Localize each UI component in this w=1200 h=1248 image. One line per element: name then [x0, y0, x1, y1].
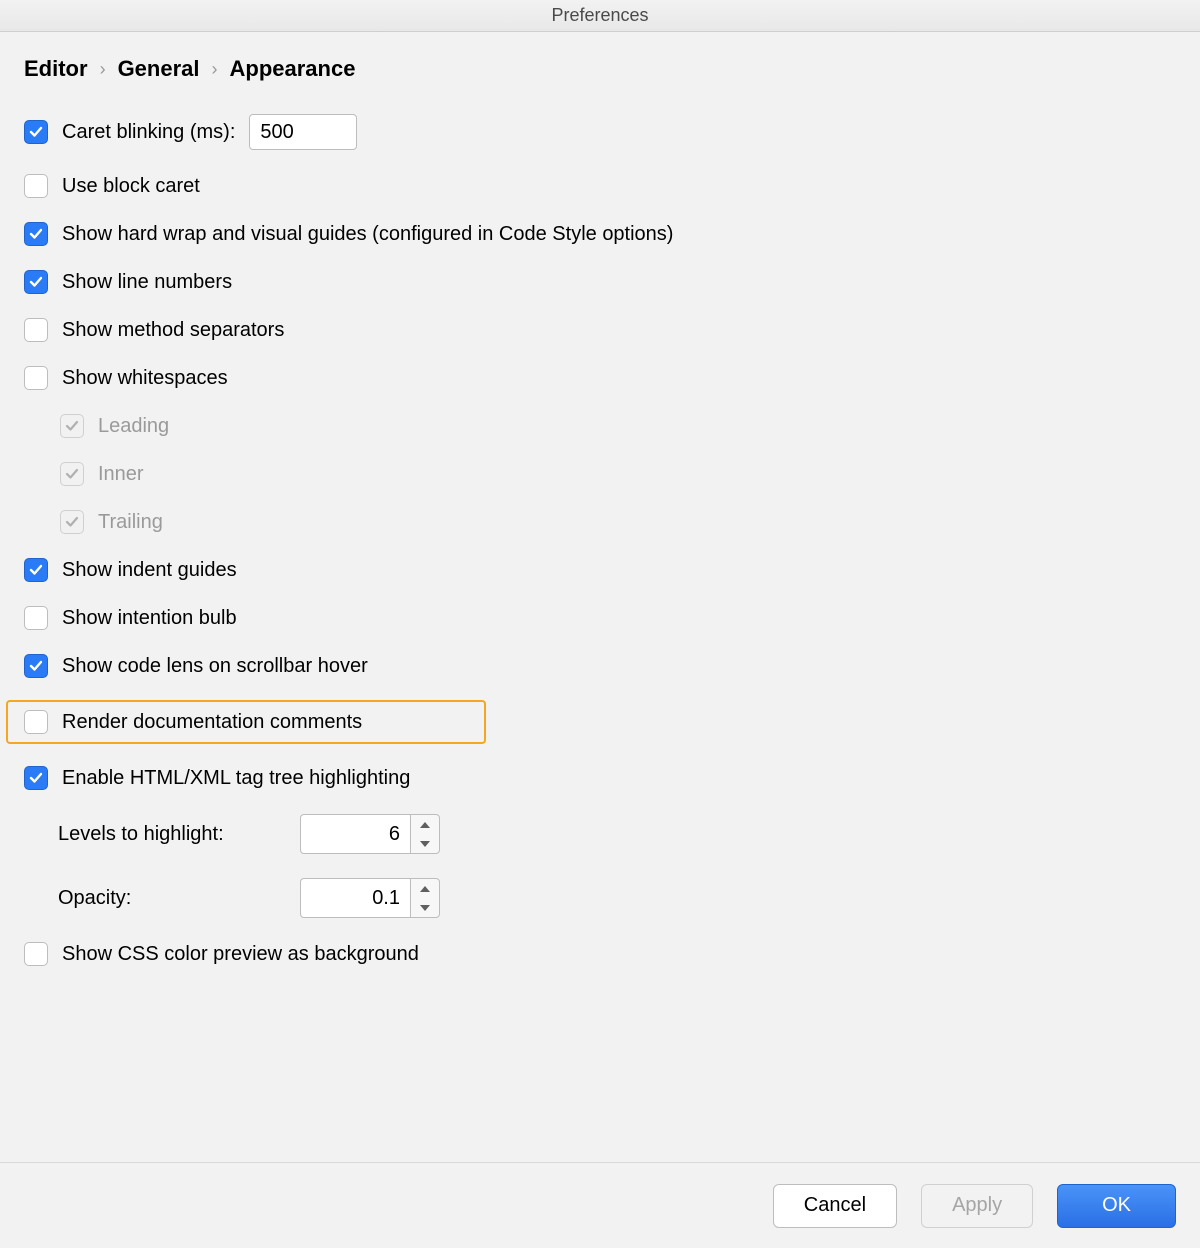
caret-blinking-label: Caret blinking (ms):	[62, 121, 235, 144]
opacity-down-icon[interactable]	[411, 898, 439, 917]
breadcrumb-item[interactable]: Appearance	[230, 56, 356, 82]
hard-wrap-label: Show hard wrap and visual guides (config…	[62, 223, 673, 246]
block-caret-label: Use block caret	[62, 175, 200, 198]
line-numbers-label: Show line numbers	[62, 271, 232, 294]
render-doc-label: Render documentation comments	[62, 711, 362, 734]
leading-row: Leading	[60, 414, 1176, 438]
code-lens-row: Show code lens on scrollbar hover	[24, 654, 1176, 678]
levels-row: Levels to highlight:	[58, 814, 1176, 854]
html-tag-tree-label: Enable HTML/XML tag tree highlighting	[62, 767, 410, 790]
code-lens-checkbox[interactable]	[24, 654, 48, 678]
levels-down-icon[interactable]	[411, 834, 439, 853]
line-numbers-row: Show line numbers	[24, 270, 1176, 294]
dialog-footer: Cancel Apply OK	[0, 1162, 1200, 1248]
intention-bulb-row: Show intention bulb	[24, 606, 1176, 630]
trailing-row: Trailing	[60, 510, 1176, 534]
inner-row: Inner	[60, 462, 1176, 486]
inner-checkbox	[60, 462, 84, 486]
line-numbers-checkbox[interactable]	[24, 270, 48, 294]
render-doc-checkbox[interactable]	[24, 710, 48, 734]
opacity-input[interactable]	[300, 878, 410, 918]
preferences-content: Editor › General › Appearance Caret blin…	[0, 32, 1200, 966]
indent-guides-row: Show indent guides	[24, 558, 1176, 582]
breadcrumb: Editor › General › Appearance	[24, 56, 1176, 82]
breadcrumb-item[interactable]: General	[118, 56, 200, 82]
render-doc-row: Render documentation comments	[6, 700, 486, 744]
apply-button: Apply	[921, 1184, 1033, 1228]
levels-up-icon[interactable]	[411, 815, 439, 834]
levels-spinner[interactable]	[300, 814, 440, 854]
cancel-button[interactable]: Cancel	[773, 1184, 897, 1228]
method-separators-row: Show method separators	[24, 318, 1176, 342]
opacity-label: Opacity:	[58, 887, 286, 910]
trailing-label: Trailing	[98, 511, 163, 534]
method-separators-checkbox[interactable]	[24, 318, 48, 342]
intention-bulb-label: Show intention bulb	[62, 607, 237, 630]
indent-guides-label: Show indent guides	[62, 559, 237, 582]
opacity-row: Opacity:	[58, 878, 1176, 918]
window-title: Preferences	[0, 0, 1200, 32]
whitespaces-label: Show whitespaces	[62, 367, 228, 390]
levels-label: Levels to highlight:	[58, 823, 286, 846]
css-preview-row: Show CSS color preview as background	[24, 942, 1176, 966]
block-caret-checkbox[interactable]	[24, 174, 48, 198]
hard-wrap-row: Show hard wrap and visual guides (config…	[24, 222, 1176, 246]
leading-checkbox	[60, 414, 84, 438]
block-caret-row: Use block caret	[24, 174, 1176, 198]
chevron-right-icon: ›	[212, 59, 218, 80]
caret-blinking-input[interactable]	[249, 114, 357, 150]
whitespaces-checkbox[interactable]	[24, 366, 48, 390]
leading-label: Leading	[98, 415, 169, 438]
css-preview-label: Show CSS color preview as background	[62, 943, 419, 966]
indent-guides-checkbox[interactable]	[24, 558, 48, 582]
hard-wrap-checkbox[interactable]	[24, 222, 48, 246]
html-tag-tree-checkbox[interactable]	[24, 766, 48, 790]
code-lens-label: Show code lens on scrollbar hover	[62, 655, 368, 678]
intention-bulb-checkbox[interactable]	[24, 606, 48, 630]
trailing-checkbox	[60, 510, 84, 534]
ok-button[interactable]: OK	[1057, 1184, 1176, 1228]
breadcrumb-item[interactable]: Editor	[24, 56, 88, 82]
html-tag-tree-row: Enable HTML/XML tag tree highlighting	[24, 766, 1176, 790]
css-preview-checkbox[interactable]	[24, 942, 48, 966]
caret-blinking-row: Caret blinking (ms):	[24, 114, 1176, 150]
inner-label: Inner	[98, 463, 144, 486]
opacity-up-icon[interactable]	[411, 879, 439, 898]
opacity-spinner[interactable]	[300, 878, 440, 918]
levels-input[interactable]	[300, 814, 410, 854]
whitespaces-row: Show whitespaces	[24, 366, 1176, 390]
caret-blinking-checkbox[interactable]	[24, 120, 48, 144]
chevron-right-icon: ›	[100, 59, 106, 80]
method-separators-label: Show method separators	[62, 319, 284, 342]
